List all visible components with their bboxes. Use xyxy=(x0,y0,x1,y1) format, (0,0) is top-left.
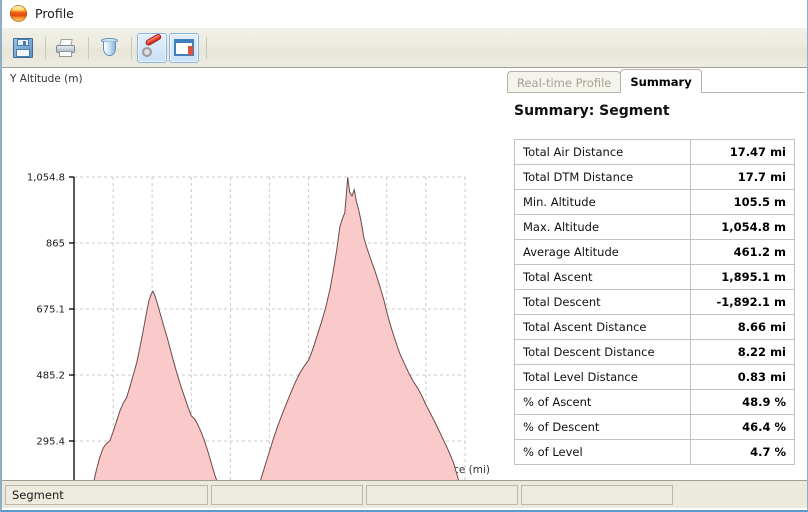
table-row: Average Altitude 461.2 m xyxy=(514,239,795,265)
wrench-icon xyxy=(141,32,163,58)
summary-value: 1,054.8 m xyxy=(690,214,795,240)
delete-button[interactable] xyxy=(94,33,124,63)
table-row: Total Descent -1,892.1 m xyxy=(514,289,795,315)
summary-key: Total DTM Distance xyxy=(514,164,691,190)
table-row: % of Level 4.7 % xyxy=(514,439,795,465)
summary-value: 8.66 mi xyxy=(690,314,795,340)
window-title: Profile xyxy=(35,6,74,21)
summary-key: Max. Altitude xyxy=(514,214,691,240)
table-row: Max. Altitude 1,054.8 m xyxy=(514,214,795,240)
table-row: Total DTM Distance 17.7 mi xyxy=(514,164,795,190)
summary-value: 461.2 m xyxy=(690,239,795,265)
tab-real-time-profile[interactable]: Real-time Profile xyxy=(507,71,622,93)
summary-key: Total Descent Distance xyxy=(514,339,691,365)
y-tick-label: 295.4 xyxy=(36,436,65,447)
window-icon xyxy=(174,39,194,56)
summary-key: Total Level Distance xyxy=(514,364,691,390)
y-tick-label: 1,054.8 xyxy=(27,173,65,184)
table-row: Total Ascent 1,895.1 m xyxy=(514,264,795,290)
summary-value: 17.7 mi xyxy=(690,164,795,190)
summary-value: 4.7 % xyxy=(690,439,795,465)
table-row: Total Level Distance 0.83 mi xyxy=(514,364,795,390)
summary-key: Total Descent xyxy=(514,289,691,315)
toolbar xyxy=(2,28,807,68)
summary-value: 0.83 mi xyxy=(690,364,795,390)
profile-window: Profile Y Altitude (m) (mi) 295.4 485.2 … xyxy=(0,0,808,512)
status-bar: Segment xyxy=(2,480,807,508)
summary-key: Min. Altitude xyxy=(514,189,691,215)
title-bar: Profile xyxy=(2,0,807,28)
tab-summary[interactable]: Summary xyxy=(620,69,702,93)
summary-key: Total Ascent Distance xyxy=(514,314,691,340)
summary-key: Total Air Distance xyxy=(514,139,691,165)
y-tick-label: 865 xyxy=(46,238,65,249)
toolbar-separator xyxy=(88,36,89,59)
status-pane-3 xyxy=(366,484,518,505)
tools-button[interactable] xyxy=(137,32,167,63)
status-pane-2 xyxy=(211,484,363,505)
elevation-profile-chart[interactable]: Y Altitude (m) X Distance (mi) 01.753.49… xyxy=(2,69,498,480)
table-row: Total Air Distance 17.47 mi xyxy=(514,139,795,165)
summary-key: Average Altitude xyxy=(514,239,691,265)
summary-value: 1,895.1 m xyxy=(690,264,795,290)
status-pane-4 xyxy=(521,484,673,505)
table-row: Total Ascent Distance 8.66 mi xyxy=(514,314,795,340)
table-row: Total Descent Distance 8.22 mi xyxy=(514,339,795,365)
y-tick-label: 485.2 xyxy=(36,371,65,382)
save-icon xyxy=(13,37,33,58)
summary-key: Total Ascent xyxy=(514,264,691,290)
table-row: Min. Altitude 105.5 m xyxy=(514,189,795,215)
summary-value: 105.5 m xyxy=(690,189,795,215)
summary-heading: Summary: Segment xyxy=(514,103,670,119)
summary-value: 8.22 mi xyxy=(690,339,795,365)
y-tick-label: 675.1 xyxy=(36,304,65,315)
toolbar-separator xyxy=(206,36,207,59)
y-tick-labels: 105.5295.4485.2675.18651,054.8 xyxy=(27,173,65,448)
globe-icon xyxy=(10,5,27,22)
printer-icon xyxy=(55,38,77,57)
summary-key: % of Ascent xyxy=(514,389,691,415)
table-row: % of Descent 46.4 % xyxy=(514,414,795,440)
summary-value: 46.4 % xyxy=(690,414,795,440)
toolbar-separator xyxy=(131,36,132,59)
status-pane-segment: Segment xyxy=(5,484,208,505)
toolbar-separator xyxy=(45,36,46,59)
summary-panel: Real-time Profile Summary Summary: Segmen… xyxy=(502,69,807,480)
panel-button[interactable] xyxy=(169,32,199,63)
table-row: % of Ascent 48.9 % xyxy=(514,389,795,415)
summary-key: % of Descent xyxy=(514,414,691,440)
trash-icon xyxy=(100,38,118,57)
summary-value: 48.9 % xyxy=(690,389,795,415)
summary-value: 17.47 mi xyxy=(690,139,795,165)
plot-area: 01.753.495.246.998.7310.4812.2313.9715.7… xyxy=(27,173,466,480)
save-button[interactable] xyxy=(8,33,38,63)
print-button[interactable] xyxy=(51,33,81,63)
summary-key: % of Level xyxy=(514,439,691,465)
summary-value: -1,892.1 m xyxy=(690,289,795,315)
tab-strip: Real-time Profile Summary xyxy=(507,69,702,93)
summary-table: Total Air Distance 17.47 mi Total DTM Dist… xyxy=(514,139,795,465)
